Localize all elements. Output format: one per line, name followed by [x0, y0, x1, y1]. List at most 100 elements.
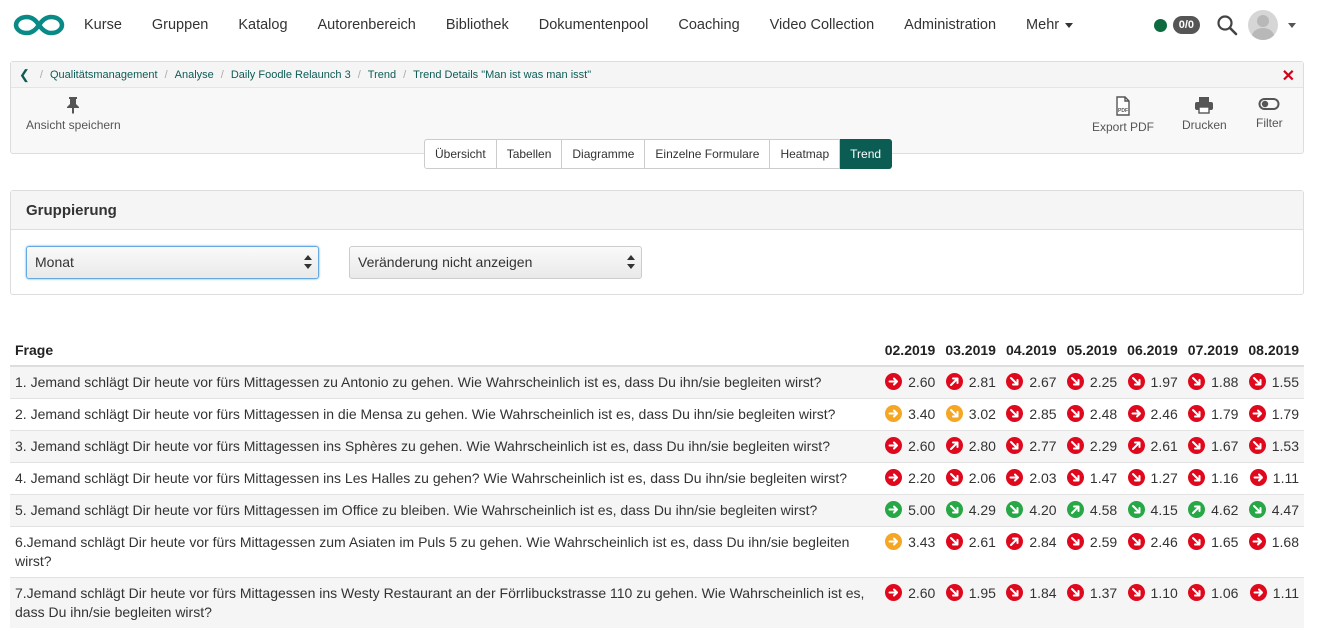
nav-item-video-collection[interactable]: Video Collection	[770, 17, 875, 33]
trend-value: 3.40	[908, 406, 936, 422]
nav-item-kurse[interactable]: Kurse	[84, 17, 122, 33]
trend-value-cell: 1.53	[1243, 430, 1304, 463]
filter-button[interactable]: Filter	[1256, 96, 1283, 130]
notification-badge[interactable]: 0/0	[1172, 16, 1200, 34]
trend-arrow-down-icon	[1006, 373, 1024, 390]
search-icon[interactable]	[1216, 14, 1238, 36]
printer-icon	[1195, 97, 1214, 114]
breadcrumb-item-trend[interactable]: Trend	[368, 69, 396, 81]
trend-arrow-right-icon	[885, 584, 903, 601]
trend-value-cell: 1.88	[1182, 365, 1244, 399]
tab-heatmap[interactable]: Heatmap	[770, 139, 841, 169]
user-menu-chevron-down-icon[interactable]	[1288, 22, 1296, 28]
nav-item-autorenbereich[interactable]: Autorenbereich	[318, 17, 416, 33]
grouping-title: Gruppierung	[11, 191, 1303, 230]
breadcrumb-item-qualitaetsmanagement[interactable]: Qualitätsmanagement	[50, 69, 158, 81]
trend-value: 1.79	[1271, 406, 1299, 422]
column-header-month: 08.2019	[1243, 334, 1304, 367]
trend-value: 2.20	[908, 470, 936, 486]
close-icon[interactable]: ✕	[1282, 66, 1295, 86]
trend-arrow-right-icon	[1006, 469, 1024, 486]
app-logo[interactable]	[12, 10, 66, 40]
trend-value-cell: 1.79	[1182, 398, 1244, 431]
user-avatar[interactable]	[1248, 10, 1278, 40]
trend-arrow-right-icon	[1249, 469, 1267, 486]
breadcrumb-item-analyse[interactable]: Analyse	[175, 69, 214, 81]
trend-arrow-down-icon	[1188, 373, 1206, 390]
trend-value-cell: 2.48	[1061, 398, 1123, 431]
breadcrumb-separator: /	[164, 68, 168, 81]
trend-value: 3.43	[908, 534, 936, 550]
grouping-period-select[interactable]: Monat	[26, 246, 319, 279]
trend-value-cell: 1.79	[1243, 398, 1304, 431]
save-view-button[interactable]: Ansicht speichern	[26, 96, 121, 132]
tab-einzelne-formulare[interactable]: Einzelne Formulare	[645, 139, 771, 169]
trend-value-cell: 2.03	[1000, 462, 1062, 495]
trend-value: 2.61	[968, 534, 996, 550]
trend-arrow-down-icon	[1006, 501, 1024, 518]
trend-value-cell: 2.60	[879, 577, 941, 628]
table-row: 5. Jemand schlägt Dir heute vor fürs Mit…	[10, 494, 1304, 527]
column-header-month: 04.2019	[1000, 334, 1062, 367]
trend-value-cell: 1.37	[1061, 577, 1123, 628]
main-menu: Kurse Gruppen Katalog Autorenbereich Bibliot…	[84, 17, 1103, 33]
back-chevron-icon[interactable]: ❮	[19, 67, 30, 83]
trend-value: 2.77	[1029, 438, 1057, 454]
trend-arrow-down-icon	[1066, 405, 1084, 422]
trend-value-cell: 3.02	[940, 398, 1001, 431]
trend-value: 2.25	[1089, 374, 1118, 390]
nav-item-gruppen[interactable]: Gruppen	[152, 17, 208, 33]
trend-value-cell: 1.97	[1122, 365, 1183, 399]
trend-value: 2.60	[908, 438, 936, 454]
question-cell: 3. Jemand schlägt Dir heute vor fürs Mit…	[10, 430, 880, 463]
tab-trend[interactable]: Trend	[840, 139, 893, 169]
print-button[interactable]: Drucken	[1182, 96, 1227, 132]
tab-tabellen[interactable]: Tabellen	[496, 139, 563, 169]
tab-übersicht[interactable]: Übersicht	[424, 139, 497, 169]
export-pdf-button[interactable]: PDF Export PDF	[1092, 96, 1154, 134]
nav-item-bibliothek[interactable]: Bibliothek	[446, 17, 509, 33]
question-cell: 6.Jemand schlägt Dir heute vor fürs Mitt…	[10, 526, 880, 578]
trend-value-cell: 2.77	[1000, 430, 1062, 463]
trend-value: 1.16	[1211, 470, 1239, 486]
trend-value: 4.58	[1089, 502, 1118, 518]
tab-diagramme[interactable]: Diagramme	[562, 139, 646, 169]
breadcrumb-separator: /	[403, 68, 407, 81]
breadcrumb-item-trend-details[interactable]: Trend Details "Man ist was man isst"	[413, 69, 591, 81]
nav-item-administration[interactable]: Administration	[904, 17, 996, 33]
trend-arrow-down-icon	[1066, 469, 1084, 486]
nav-item-mehr[interactable]: Mehr	[1026, 17, 1074, 33]
breadcrumb-item-daily-foodle[interactable]: Daily Foodle Relaunch 3	[231, 69, 351, 81]
table-row: 4. Jemand schlägt Dir heute vor fürs Mit…	[10, 462, 1304, 495]
trend-arrow-up-icon	[1006, 533, 1024, 550]
trend-value-cell: 4.47	[1243, 494, 1304, 527]
trend-value: 5.00	[908, 502, 936, 518]
nav-item-dokumentenpool[interactable]: Dokumentenpool	[539, 17, 649, 33]
table-row: 7.Jemand schlägt Dir heute vor fürs Mitt…	[10, 577, 1304, 628]
breadcrumb-separator: /	[357, 68, 361, 81]
column-header-month: 07.2019	[1182, 334, 1244, 367]
trend-value: 4.47	[1271, 502, 1299, 518]
nav-item-coaching[interactable]: Coaching	[678, 17, 739, 33]
online-status-indicator[interactable]	[1153, 18, 1167, 32]
trend-arrow-down-icon	[1127, 501, 1145, 518]
trend-value-cell: 2.81	[940, 365, 1001, 399]
trend-arrow-down-icon	[1248, 501, 1266, 518]
trend-arrow-down-icon	[1248, 373, 1266, 390]
nav-item-katalog[interactable]: Katalog	[238, 17, 287, 33]
trend-arrow-right-icon	[885, 501, 903, 518]
trend-arrow-down-icon	[1066, 533, 1084, 550]
trend-value: 1.47	[1089, 470, 1118, 486]
trend-value: 1.27	[1150, 470, 1178, 486]
infinity-logo-icon	[13, 14, 65, 36]
trend-value-cell: 1.68	[1243, 526, 1304, 578]
breadcrumb-separator: /	[39, 68, 43, 81]
trend-arrow-down-icon	[1066, 437, 1084, 454]
trend-arrow-down-icon	[1006, 437, 1024, 454]
change-display-select[interactable]: Veränderung nicht anzeigen	[349, 246, 642, 279]
trend-value: 2.60	[908, 374, 936, 390]
table-row: 2. Jemand schlägt Dir heute vor fürs Mit…	[10, 398, 1304, 431]
trend-arrow-down-icon	[1127, 373, 1145, 390]
trend-value: 4.20	[1029, 502, 1057, 518]
trend-value: 4.62	[1211, 502, 1239, 518]
